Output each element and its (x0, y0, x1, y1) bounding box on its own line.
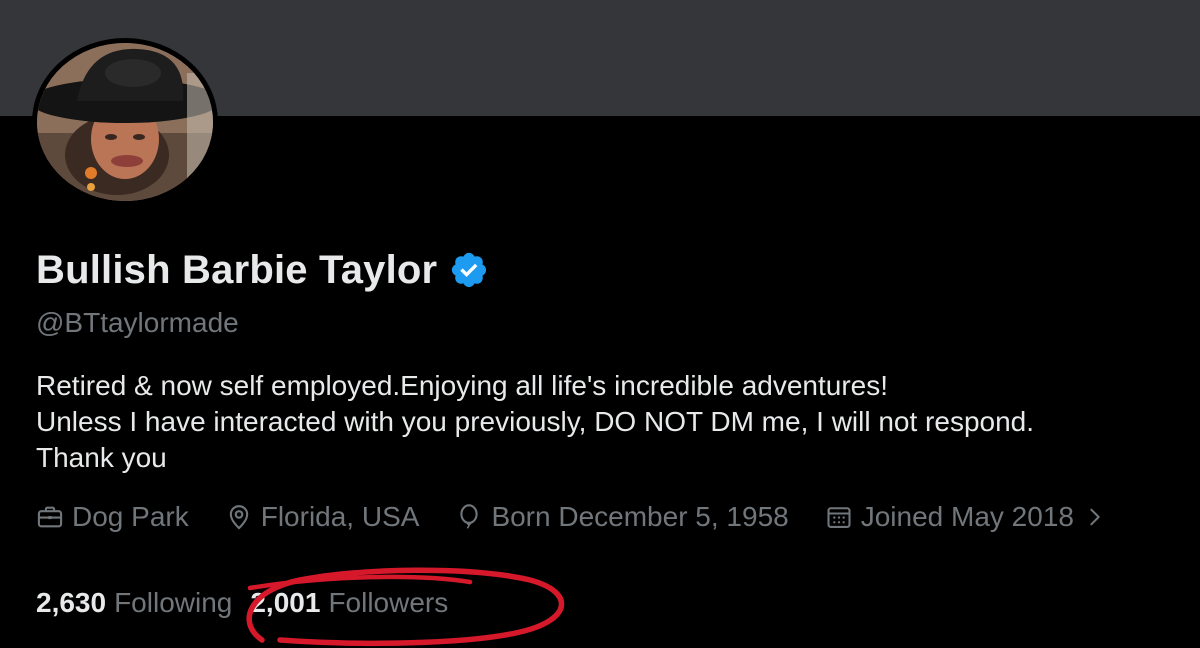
followers-count: 2,001 (250, 587, 321, 618)
meta-work-label: Dog Park (72, 501, 189, 532)
briefcase-icon (37, 506, 63, 528)
followers-label: Followers (328, 587, 449, 618)
bio-line: Unless I have interacted with you previo… (36, 406, 1035, 437)
bio-line: Retired & now self employed.Enjoying all… (36, 370, 889, 401)
chevron-right-icon[interactable] (1084, 506, 1106, 528)
meta-birthday: Born December 5, 1958 (455, 500, 789, 534)
follow-stats-row: 2,630 Following 2,001 Followers (36, 586, 466, 620)
avatar[interactable] (37, 43, 213, 201)
map-pin-icon (229, 505, 248, 530)
following-count: 2,630 (36, 587, 107, 618)
display-name-row: Bullish Barbie Taylor (36, 246, 489, 294)
avatar-photo (37, 43, 213, 201)
followers-link[interactable]: 2,001 Followers (250, 586, 448, 620)
profile-bio: Retired & now self employed.Enjoying all… (36, 368, 1176, 476)
avatar-border (32, 38, 218, 206)
user-handle: @BTtaylormade (36, 307, 239, 338)
bio-line: Thank you (36, 442, 167, 473)
profile-page: Bullish Barbie Taylor @BTtaylormade Reti… (0, 0, 1200, 648)
following-link[interactable]: 2,630 Following (36, 586, 232, 620)
meta-location-label: Florida, USA (260, 501, 420, 532)
following-label: Following (114, 587, 233, 618)
meta-joined-label: Joined May 2018 (860, 501, 1074, 532)
verified-badge-icon[interactable] (449, 250, 489, 290)
display-name: Bullish Barbie Taylor (36, 248, 438, 292)
balloon-icon (460, 504, 479, 529)
meta-joined[interactable]: Joined May 2018 (825, 500, 1106, 534)
meta-work: Dog Park (36, 500, 189, 534)
calendar-icon (827, 507, 851, 528)
meta-location: Florida, USA (225, 500, 420, 534)
meta-birthday-label: Born December 5, 1958 (491, 501, 789, 532)
profile-meta-row: Dog Park Florida, USA Born December 5, 1… (36, 500, 1106, 534)
